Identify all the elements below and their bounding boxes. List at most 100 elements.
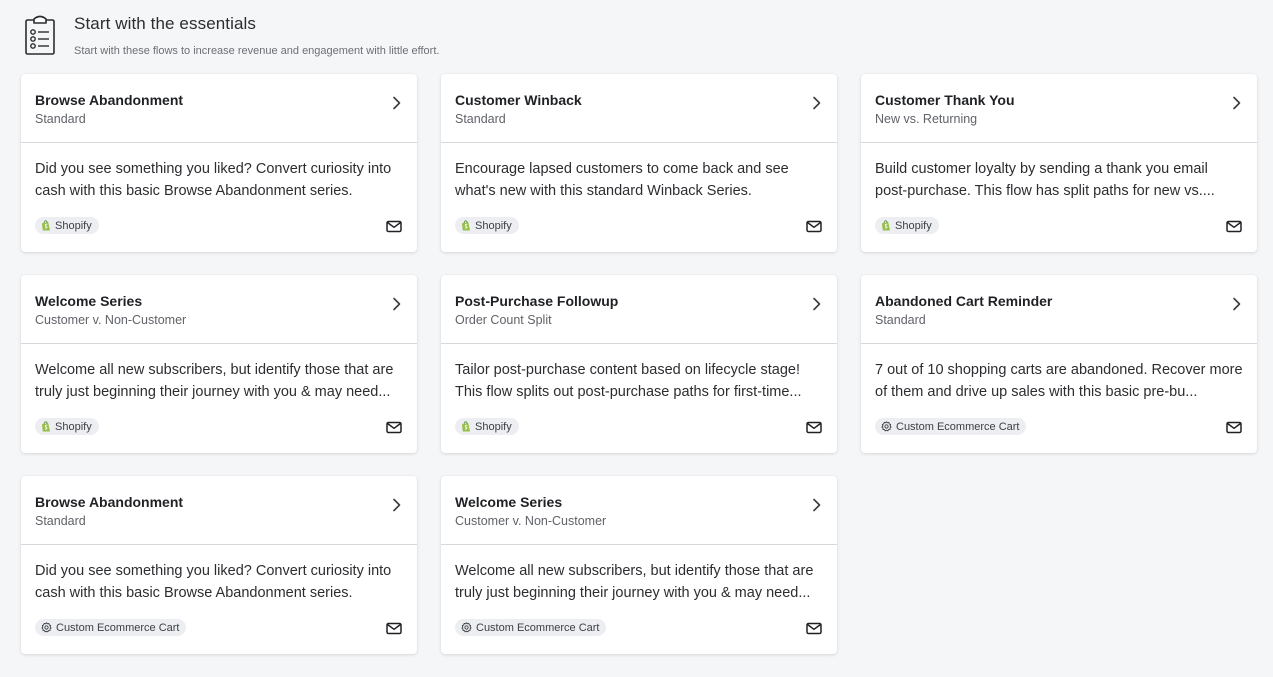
card-footer: Shopify — [35, 217, 402, 234]
card-footer: Custom Ecommerce Cart — [35, 619, 402, 636]
card-footer: Custom Ecommerce Cart — [455, 619, 822, 636]
section-title: Start with the essentials — [74, 14, 257, 33]
card-header: Customer Thank You New vs. Returning — [861, 74, 1257, 143]
card-footer: Custom Ecommerce Cart — [875, 418, 1242, 435]
card-description-text: Welcome all new subscribers, but identif… — [455, 563, 814, 601]
mail-icon — [806, 220, 822, 233]
card-description: Tailor post-purchase content based on li… — [441, 344, 837, 404]
card-title: Welcome Series — [35, 293, 143, 309]
shopify-icon — [42, 421, 50, 432]
card-header: Abandoned Cart Reminder Standard — [861, 275, 1257, 344]
chevron-right-icon[interactable] — [392, 297, 402, 311]
card-header: Post-Purchase Followup Order Count Split — [441, 275, 837, 344]
chevron-right-icon[interactable] — [392, 498, 402, 512]
mail-icon — [386, 622, 402, 635]
chevron-right-icon[interactable] — [1232, 297, 1242, 311]
card-title: Welcome Series — [455, 494, 563, 510]
integration-label: Shopify — [895, 219, 932, 232]
card-description: Welcome all new subscribers, but identif… — [21, 344, 417, 404]
card-title: Browse Abandonment — [35, 494, 184, 510]
card-subtitle: Standard — [875, 313, 926, 327]
flow-card[interactable]: Abandoned Cart Reminder Standard 7 out o… — [861, 275, 1257, 453]
card-description: Encourage lapsed customers to come back … — [441, 143, 837, 203]
card-description: 7 out of 10 shopping carts are abandoned… — [861, 344, 1257, 404]
integration-badge: Shopify — [455, 217, 519, 234]
clipboard-list-icon — [25, 15, 55, 55]
flow-card[interactable]: Browse Abandonment Standard Did you see … — [21, 74, 417, 252]
flow-card[interactable]: Welcome Series Customer v. Non-Customer … — [441, 476, 837, 654]
card-header: Welcome Series Customer v. Non-Customer — [21, 275, 417, 344]
card-description-text: Did you see something you liked? Convert… — [35, 161, 392, 199]
shopify-icon — [882, 220, 890, 231]
integration-label: Shopify — [475, 420, 512, 433]
integration-badge: Custom Ecommerce Cart — [875, 418, 1027, 435]
card-subtitle: Standard — [455, 112, 506, 126]
card-footer: Shopify — [875, 217, 1242, 234]
integration-badge: Custom Ecommerce Cart — [455, 619, 607, 636]
flow-card[interactable]: Customer Winback Standard Encourage laps… — [441, 74, 837, 252]
gear-icon — [41, 622, 52, 633]
card-description-text: Build customer loyalty by sending a than… — [875, 161, 1215, 199]
flow-card[interactable]: Welcome Series Customer v. Non-Customer … — [21, 275, 417, 453]
card-title: Customer Winback — [455, 92, 582, 108]
card-subtitle: Standard — [35, 112, 86, 126]
integration-label: Custom Ecommerce Cart — [56, 621, 180, 634]
shopify-icon — [462, 421, 470, 432]
card-title: Abandoned Cart Reminder — [875, 293, 1053, 309]
integration-label: Shopify — [55, 219, 92, 232]
card-header: Browse Abandonment Standard — [21, 74, 417, 143]
card-description-text: Encourage lapsed customers to come back … — [455, 161, 789, 199]
chevron-right-icon[interactable] — [392, 96, 402, 110]
chevron-right-icon[interactable] — [1232, 96, 1242, 110]
flow-card[interactable]: Customer Thank You New vs. Returning Bui… — [861, 74, 1257, 252]
card-description-text: Welcome all new subscribers, but identif… — [35, 362, 394, 400]
integration-label: Custom Ecommerce Cart — [476, 621, 600, 634]
integration-badge: Shopify — [875, 217, 939, 234]
mail-icon — [806, 622, 822, 635]
chevron-right-icon[interactable] — [812, 96, 822, 110]
card-description: Build customer loyalty by sending a than… — [861, 143, 1257, 203]
mail-icon — [386, 421, 402, 434]
shopify-icon — [42, 220, 50, 231]
shopify-icon — [462, 220, 470, 231]
card-footer: Shopify — [455, 217, 822, 234]
integration-badge: Shopify — [35, 217, 99, 234]
card-header: Welcome Series Customer v. Non-Customer — [441, 476, 837, 545]
gear-icon — [461, 622, 472, 633]
mail-icon — [386, 220, 402, 233]
chevron-right-icon[interactable] — [812, 297, 822, 311]
mail-icon — [1226, 220, 1242, 233]
integration-badge: Custom Ecommerce Cart — [35, 619, 187, 636]
card-description-text: Tailor post-purchase content based on li… — [455, 362, 802, 400]
flow-card[interactable]: Post-Purchase Followup Order Count Split… — [441, 275, 837, 453]
card-footer: Shopify — [35, 418, 402, 435]
card-subtitle: Order Count Split — [455, 313, 552, 327]
mail-icon — [1226, 421, 1242, 434]
card-description-text: 7 out of 10 shopping carts are abandoned… — [875, 362, 1243, 400]
section-subtitle: Start with these flows to increase reven… — [74, 45, 440, 57]
integration-badge: Shopify — [455, 418, 519, 435]
integration-label: Custom Ecommerce Cart — [896, 420, 1020, 433]
card-header: Browse Abandonment Standard — [21, 476, 417, 545]
integration-badge: Shopify — [35, 418, 99, 435]
card-title: Customer Thank You — [875, 92, 1015, 108]
card-subtitle: Customer v. Non-Customer — [35, 313, 187, 327]
flow-card-grid: Browse Abandonment Standard Did you see … — [21, 74, 1257, 654]
card-subtitle: Standard — [35, 514, 86, 528]
section-header: Start with the essentials Start with the… — [24, 12, 439, 57]
card-header: Customer Winback Standard — [441, 74, 837, 143]
chevron-right-icon[interactable] — [812, 498, 822, 512]
mail-icon — [806, 421, 822, 434]
card-footer: Shopify — [455, 418, 822, 435]
card-description: Welcome all new subscribers, but identif… — [441, 545, 837, 605]
card-title: Post-Purchase Followup — [455, 293, 619, 309]
card-description: Did you see something you liked? Convert… — [21, 545, 417, 605]
card-description-text: Did you see something you liked? Convert… — [35, 563, 392, 601]
integration-label: Shopify — [475, 219, 512, 232]
card-subtitle: Customer v. Non-Customer — [455, 514, 607, 528]
integration-label: Shopify — [55, 420, 92, 433]
flow-card[interactable]: Browse Abandonment Standard Did you see … — [21, 476, 417, 654]
card-description: Did you see something you liked? Convert… — [21, 143, 417, 203]
card-title: Browse Abandonment — [35, 92, 184, 108]
card-subtitle: New vs. Returning — [875, 112, 978, 126]
